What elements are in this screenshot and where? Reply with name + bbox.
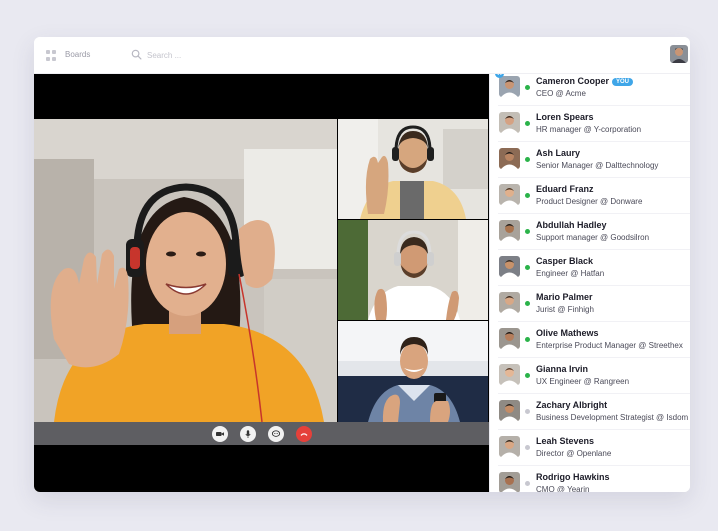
participant-name: Gianna Irvin (536, 364, 589, 374)
participant-list-item[interactable]: Loren Spears HR manager @ Y-corporation (490, 107, 690, 143)
participant-video-tile[interactable] (338, 220, 488, 320)
presence-status-indicator (525, 481, 530, 486)
presence-status-indicator (525, 85, 530, 90)
participant-name: Abdullah Hadley (536, 220, 607, 230)
microphone-toggle-button[interactable] (239, 425, 256, 442)
participant-avatar (499, 328, 520, 349)
participant-role: Support manager @ Goodsilron (536, 233, 650, 242)
participant-avatar (499, 184, 520, 205)
participant-list-item[interactable]: Mario Palmer Jurist @ Finhigh (490, 287, 690, 323)
list-divider (498, 141, 690, 142)
presence-status-indicator (525, 265, 530, 270)
participant-name: Cameron Cooper YOU (536, 76, 634, 86)
participant-role: HR manager @ Y-corporation (536, 125, 642, 134)
participant-video-tile[interactable] (338, 119, 488, 219)
participant-avatar (499, 76, 520, 97)
participant-name: Ash Laury (536, 148, 581, 158)
list-divider (498, 357, 690, 358)
presence-status-indicator (525, 337, 530, 342)
boards-grid-icon[interactable] (46, 50, 57, 61)
participant-list-item[interactable]: Zachary Albright Business Development Str… (490, 395, 690, 431)
search-icon (131, 49, 142, 60)
participant-role: Enterprise Product Manager @ Streethex (536, 341, 683, 350)
participant-role: Senior Manager @ Dalttechnology (536, 161, 659, 170)
participant-list-item[interactable]: Eduard Franz Product Designer @ Donware (490, 179, 690, 215)
participant-avatar (499, 472, 520, 492)
boards-link[interactable]: Boards (65, 50, 90, 59)
top-bar: Boards (34, 37, 690, 74)
presence-status-indicator (525, 229, 530, 234)
app-window: Boards Search ... Cameron Cooper YOU CEO… (34, 37, 690, 492)
participant-role: Jurist @ Finhigh (536, 305, 594, 314)
list-divider (498, 465, 690, 466)
list-divider (498, 393, 690, 394)
participants-panel: Cameron CooperYOUCEO @ AcmeHLoren Spears… (489, 74, 690, 492)
call-controls-bar (34, 422, 489, 445)
participant-list-item[interactable]: Ash Laury Senior Manager @ Dalttechnology (490, 143, 690, 179)
presence-status-indicator (525, 373, 530, 378)
participant-list-item[interactable]: Olive Mathews Enterprise Product Manager … (490, 323, 690, 359)
participant-role: CMO @ Yearin (536, 485, 590, 492)
user-avatar[interactable] (670, 45, 688, 63)
participant-list-item[interactable]: Leah Stevens Director @ Openlane (490, 431, 690, 467)
presence-status-indicator (525, 121, 530, 126)
main-speaker-video[interactable] (34, 119, 337, 422)
end-call-icon (300, 432, 307, 436)
participant-name: Olive Mathews (536, 328, 599, 338)
list-divider (498, 249, 690, 250)
microphone-icon (244, 429, 251, 438)
participant-avatar (499, 364, 520, 385)
video-camera-icon (215, 431, 224, 436)
participant-video-tile[interactable] (338, 321, 488, 422)
participant-role: Director @ Openlane (536, 449, 612, 458)
video-call-area (34, 74, 489, 492)
participant-name: Leah Stevens (536, 436, 595, 446)
participant-avatar (499, 220, 520, 241)
participant-role: UX Engineer @ Rangreen (536, 377, 630, 386)
participant-avatar (499, 400, 520, 421)
participant-avatar (499, 292, 520, 313)
participant-role: CEO @ Acme (536, 89, 586, 98)
participant-name: Rodrigo Hawkins (536, 472, 610, 482)
camera-toggle-button[interactable] (211, 425, 228, 442)
participant-name: Eduard Franz (536, 184, 594, 194)
participant-list-item[interactable]: Abdullah Hadley Support manager @ Goodsil… (490, 215, 690, 251)
participant-list-item[interactable]: Casper Black Engineer @ Hatfan (490, 251, 690, 287)
presence-status-indicator (525, 409, 530, 414)
participant-role: Product Designer @ Donware (536, 197, 643, 206)
list-divider (498, 105, 690, 106)
you-badge: YOU (612, 78, 634, 86)
participant-avatar (499, 148, 520, 169)
participant-name: Zachary Albright (536, 400, 608, 410)
participant-name: Mario Palmer (536, 292, 593, 302)
list-divider (498, 213, 690, 214)
search-input[interactable] (147, 47, 297, 63)
list-divider (498, 285, 690, 286)
presence-status-indicator (525, 445, 530, 450)
participant-avatar (499, 256, 520, 277)
chat-button[interactable] (267, 425, 284, 442)
participant-list-item[interactable]: Rodrigo Hawkins CMO @ Yearin (490, 467, 690, 492)
list-divider (498, 429, 690, 430)
end-call-button[interactable] (295, 425, 312, 442)
participant-role: Business Development Strategist @ Isdom (536, 413, 689, 422)
list-divider (498, 321, 690, 322)
participant-avatar (499, 436, 520, 457)
participant-name: Loren Spears (536, 112, 594, 122)
participant-name: Casper Black (536, 256, 594, 266)
presence-status-indicator (525, 157, 530, 162)
participant-avatar (499, 112, 520, 133)
presence-status-indicator (525, 301, 530, 306)
chat-icon (271, 429, 280, 437)
list-divider (498, 177, 690, 178)
participant-list-item[interactable]: Cameron CooperYOUCEO @ AcmeH (490, 74, 690, 107)
participant-role: Engineer @ Hatfan (536, 269, 605, 278)
presence-status-indicator (525, 193, 530, 198)
participant-list-item[interactable]: Gianna Irvin UX Engineer @ Rangreen (490, 359, 690, 395)
